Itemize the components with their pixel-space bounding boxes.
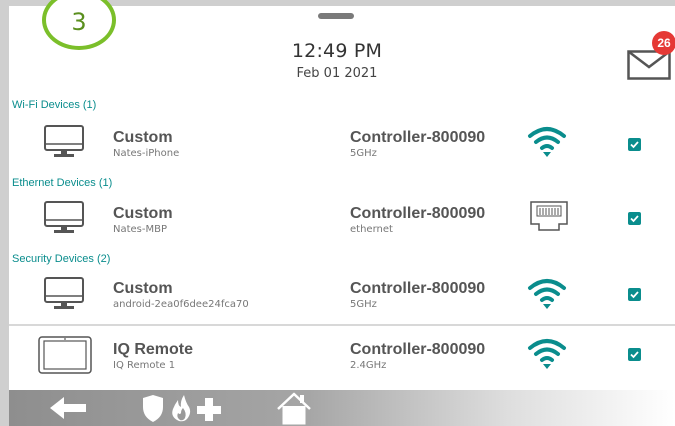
home-icon[interactable] xyxy=(274,390,314,426)
wifi-icon xyxy=(527,125,567,164)
notification-badge[interactable]: 3 xyxy=(42,0,116,50)
bottom-nav-bar xyxy=(9,390,675,426)
notification-badge-count: 3 xyxy=(71,8,87,36)
back-arrow-icon[interactable] xyxy=(44,390,94,426)
device-type-label: Custom xyxy=(113,280,173,297)
clock-time: 12:49 PM xyxy=(291,40,383,62)
monitor-icon xyxy=(44,125,84,164)
ethernet-port-icon xyxy=(529,200,569,239)
device-checkbox[interactable] xyxy=(628,212,641,225)
pull-down-handle[interactable] xyxy=(318,13,354,19)
device-checkbox[interactable] xyxy=(628,288,641,301)
section-title-wifi: Wi-Fi Devices (1) xyxy=(12,99,97,111)
clock-date: Feb 01 2021 xyxy=(296,66,378,81)
wifi-icon xyxy=(527,277,567,316)
device-name: Nates-MBP xyxy=(113,224,168,235)
section-title-security: Security Devices (2) xyxy=(12,253,111,265)
connection-type: 5GHz xyxy=(350,148,377,159)
controller-name: Controller-800090 xyxy=(350,280,486,297)
controller-name: Controller-800090 xyxy=(350,129,486,146)
frame-left-border xyxy=(0,0,9,426)
row-divider xyxy=(9,324,675,326)
device-name: IQ Remote 1 xyxy=(113,360,176,371)
device-type-label: Custom xyxy=(113,205,173,222)
device-type-label: Custom xyxy=(113,129,173,146)
screen: 3 12:49 PM Feb 01 2021 26 Wi-Fi Devices … xyxy=(0,0,675,426)
controller-name: Controller-800090 xyxy=(350,341,486,358)
monitor-icon xyxy=(44,201,84,240)
monitor-icon xyxy=(44,277,84,316)
device-checkbox[interactable] xyxy=(628,348,641,361)
connection-type: 5GHz xyxy=(350,299,377,310)
wifi-icon xyxy=(527,337,567,376)
clock: 12:49 PM Feb 01 2021 xyxy=(237,40,437,81)
emergency-icon[interactable] xyxy=(133,390,233,426)
device-checkbox[interactable] xyxy=(628,138,641,151)
connection-type: 2.4GHz xyxy=(350,360,387,371)
mail-count-badge: 26 xyxy=(652,31,675,55)
tablet-icon xyxy=(38,335,92,380)
device-name: android-2ea0f6dee24fca70 xyxy=(113,299,249,310)
device-name: Nates-iPhone xyxy=(113,148,180,159)
controller-name: Controller-800090 xyxy=(350,205,486,222)
connection-type: ethernet xyxy=(350,224,393,235)
section-title-ethernet: Ethernet Devices (1) xyxy=(12,177,113,189)
device-type-label: IQ Remote xyxy=(113,341,194,358)
